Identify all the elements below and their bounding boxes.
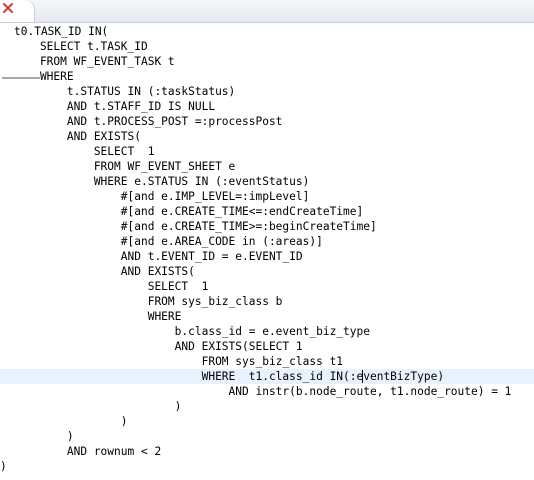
code-line[interactable]: WHERE e.STATUS IN (:eventStatus) [13,174,534,189]
code-line[interactable]: FROM sys_biz_class t1 [13,354,534,369]
code-line[interactable]: SELECT t.TASK_ID [13,39,534,54]
code-line[interactable]: FROM WF_EVENT_SHEET e [13,159,534,174]
code-line[interactable]: t0.TASK_ID IN( [14,24,534,39]
editor-tab[interactable] [0,0,35,22]
code-line[interactable]: WHERE [13,69,534,84]
code-line[interactable]: AND t.EVENT_ID = e.EVENT_ID [13,249,534,264]
code-line[interactable]: #[and e.CREATE_TIME<=:endCreateTime] [13,204,534,219]
code-line[interactable]: AND instr(b.node_route, t1.node_route) =… [13,384,534,399]
code-line[interactable]: FROM WF_EVENT_TASK t [13,54,534,69]
code-line[interactable]: ) [13,414,534,429]
code-line[interactable]: WHERE [13,309,534,324]
code-line-current[interactable]: WHERE t1.class_id IN(:eventBizType) [0,369,534,384]
editor-tab-bar [0,0,534,23]
code-line[interactable]: ) [13,399,534,414]
code-line[interactable]: SELECT 1 [13,144,534,159]
code-line[interactable]: AND t.PROCESS_POST =:processPost [13,114,534,129]
code-line[interactable]: SELECT 1 [13,279,534,294]
code-line[interactable]: t.STATUS IN (:taskStatus) [13,84,534,99]
code-line[interactable]: b.class_id = e.event_biz_type [13,324,534,339]
code-line[interactable]: AND EXISTS( [13,264,534,279]
close-icon[interactable] [1,1,15,15]
code-line[interactable]: AND EXISTS(SELECT 1 [13,339,534,354]
code-line[interactable]: #[and e.IMP_LEVEL=:impLevel] [13,189,534,204]
code-line[interactable]: #[and e.CREATE_TIME>=:beginCreateTime] [13,219,534,234]
code-line[interactable]: #[and e.AREA_CODE in (:areas)] [13,234,534,249]
code-editor[interactable]: t0.TASK_ID IN( SELECT t.TASK_ID FROM WF_… [0,24,534,480]
drag-indicator [2,77,40,79]
code-line[interactable]: AND EXISTS( [13,129,534,144]
code-line[interactable]: ) [0,459,534,474]
text-cursor [362,370,363,383]
code-line[interactable]: AND t.STAFF_ID IS NULL [13,99,534,114]
code-line[interactable]: AND rownum < 2 [13,444,534,459]
code-line[interactable]: FROM sys_biz_class b [13,294,534,309]
code-line[interactable]: ) [13,429,534,444]
